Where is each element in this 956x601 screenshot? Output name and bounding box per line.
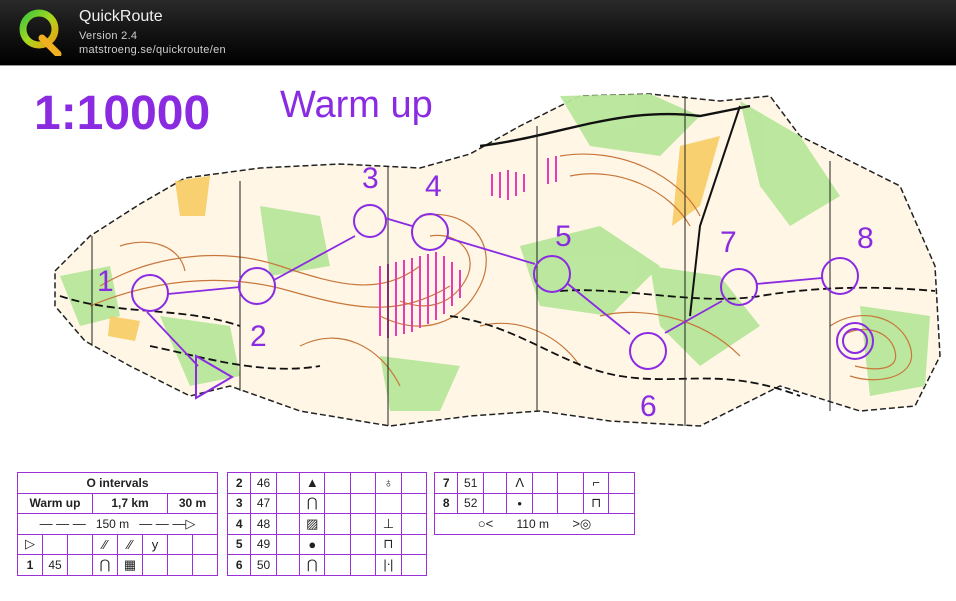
foot-icon: ⊥ xyxy=(382,515,395,531)
control-number-8: 8 xyxy=(857,222,874,255)
control-no: 3 xyxy=(226,492,252,514)
control-no: 7 xyxy=(433,472,459,494)
control-no: 6 xyxy=(226,554,252,576)
course-name: Warm up xyxy=(17,492,93,514)
control-code: 46 xyxy=(250,472,277,494)
control-number-2: 2 xyxy=(250,320,267,353)
path-junction-icon: y xyxy=(151,536,159,552)
point-icon: ● xyxy=(308,536,317,552)
control-description-sheet-1: O intervals Warm up 1,7 km 30 m — — — 15… xyxy=(17,472,218,576)
knoll-icon: ⋂ xyxy=(99,556,111,572)
finish-distance: 110 m xyxy=(516,516,549,531)
control-number-1: 1 xyxy=(97,265,114,298)
control-code: 48 xyxy=(250,513,277,535)
hill-icon: ▲ xyxy=(305,475,319,491)
point-icon: • xyxy=(517,495,522,511)
control-no: 1 xyxy=(17,554,43,576)
control-number-6: 6 xyxy=(640,390,657,423)
ridge-icon: Λ xyxy=(515,475,525,491)
grid-icon: ▦ xyxy=(123,556,137,572)
top-icon: ⊓ xyxy=(383,536,394,552)
start-marked-route: — — — 150 m — — —▷ xyxy=(17,513,218,535)
finish-start-icon: ○< xyxy=(477,515,494,531)
quickroute-logo-icon xyxy=(19,9,62,56)
map-scale: 1:10000 xyxy=(34,87,211,140)
dashed-line-icon: — — — xyxy=(39,515,86,531)
title-bar: QuickRoute Version 2.4 matstroeng.se/qui… xyxy=(0,0,956,65)
control-description-sheet-3: 7 51 Λ ⌐ 8 52 • ⊓ ○< 110 m >◎ xyxy=(433,472,635,535)
ride-icon: ⁄⁄ xyxy=(102,536,108,552)
knoll-icon: ⋂ xyxy=(306,495,318,511)
course-title: Warm up xyxy=(280,84,433,126)
app-version: Version 2.4 xyxy=(79,30,138,42)
finish-route: ○< 110 m >◎ xyxy=(434,513,635,535)
control-number-5: 5 xyxy=(555,220,572,253)
control-code: 52 xyxy=(457,492,484,514)
course-climb: 30 m xyxy=(167,492,218,514)
route-to-start-icon: — — —▷ xyxy=(139,515,196,531)
app-url: matstroeng.se/quickroute/en xyxy=(79,44,226,56)
finish-circle-icon: >◎ xyxy=(572,515,592,531)
control-code: 45 xyxy=(42,554,68,576)
control-code: 49 xyxy=(250,533,277,555)
control-no: 8 xyxy=(433,492,459,514)
map-canvas[interactable]: 1 2 3 4 5 6 7 8 1:10000 Warm up O interv… xyxy=(0,65,956,601)
control-code: 51 xyxy=(457,472,484,494)
flag-icon: ♁ xyxy=(383,475,394,491)
top-icon: ⊓ xyxy=(591,495,602,511)
control-no: 5 xyxy=(226,533,252,555)
ride-icon: ⁄⁄ xyxy=(127,536,133,552)
control-number-3: 3 xyxy=(362,162,379,195)
start-route-length: 150 m xyxy=(95,516,130,531)
control-code: 47 xyxy=(250,492,277,514)
sheet-header: O intervals xyxy=(17,472,218,494)
corner-icon: ⌐ xyxy=(592,475,600,491)
hatch-icon: ▨ xyxy=(306,515,319,531)
start-triangle-icon: ▷ xyxy=(25,536,35,552)
app-title: QuickRoute xyxy=(79,8,163,25)
knoll-icon: ⋂ xyxy=(306,556,318,572)
side-icon: |ᐧ| xyxy=(383,556,394,572)
control-code: 50 xyxy=(250,554,277,576)
course-length: 1,7 km xyxy=(92,492,168,514)
control-no: 4 xyxy=(226,513,252,535)
control-no: 2 xyxy=(226,472,252,494)
control-number-4: 4 xyxy=(425,170,442,203)
control-description-sheet-2: 2 46 ▲ ♁ 3 47 ⋂ 4 48 ▨ ⊥ 5 49 ● ⊓ 6 50 ⋂… xyxy=(226,472,428,576)
control-number-7: 7 xyxy=(720,226,737,259)
